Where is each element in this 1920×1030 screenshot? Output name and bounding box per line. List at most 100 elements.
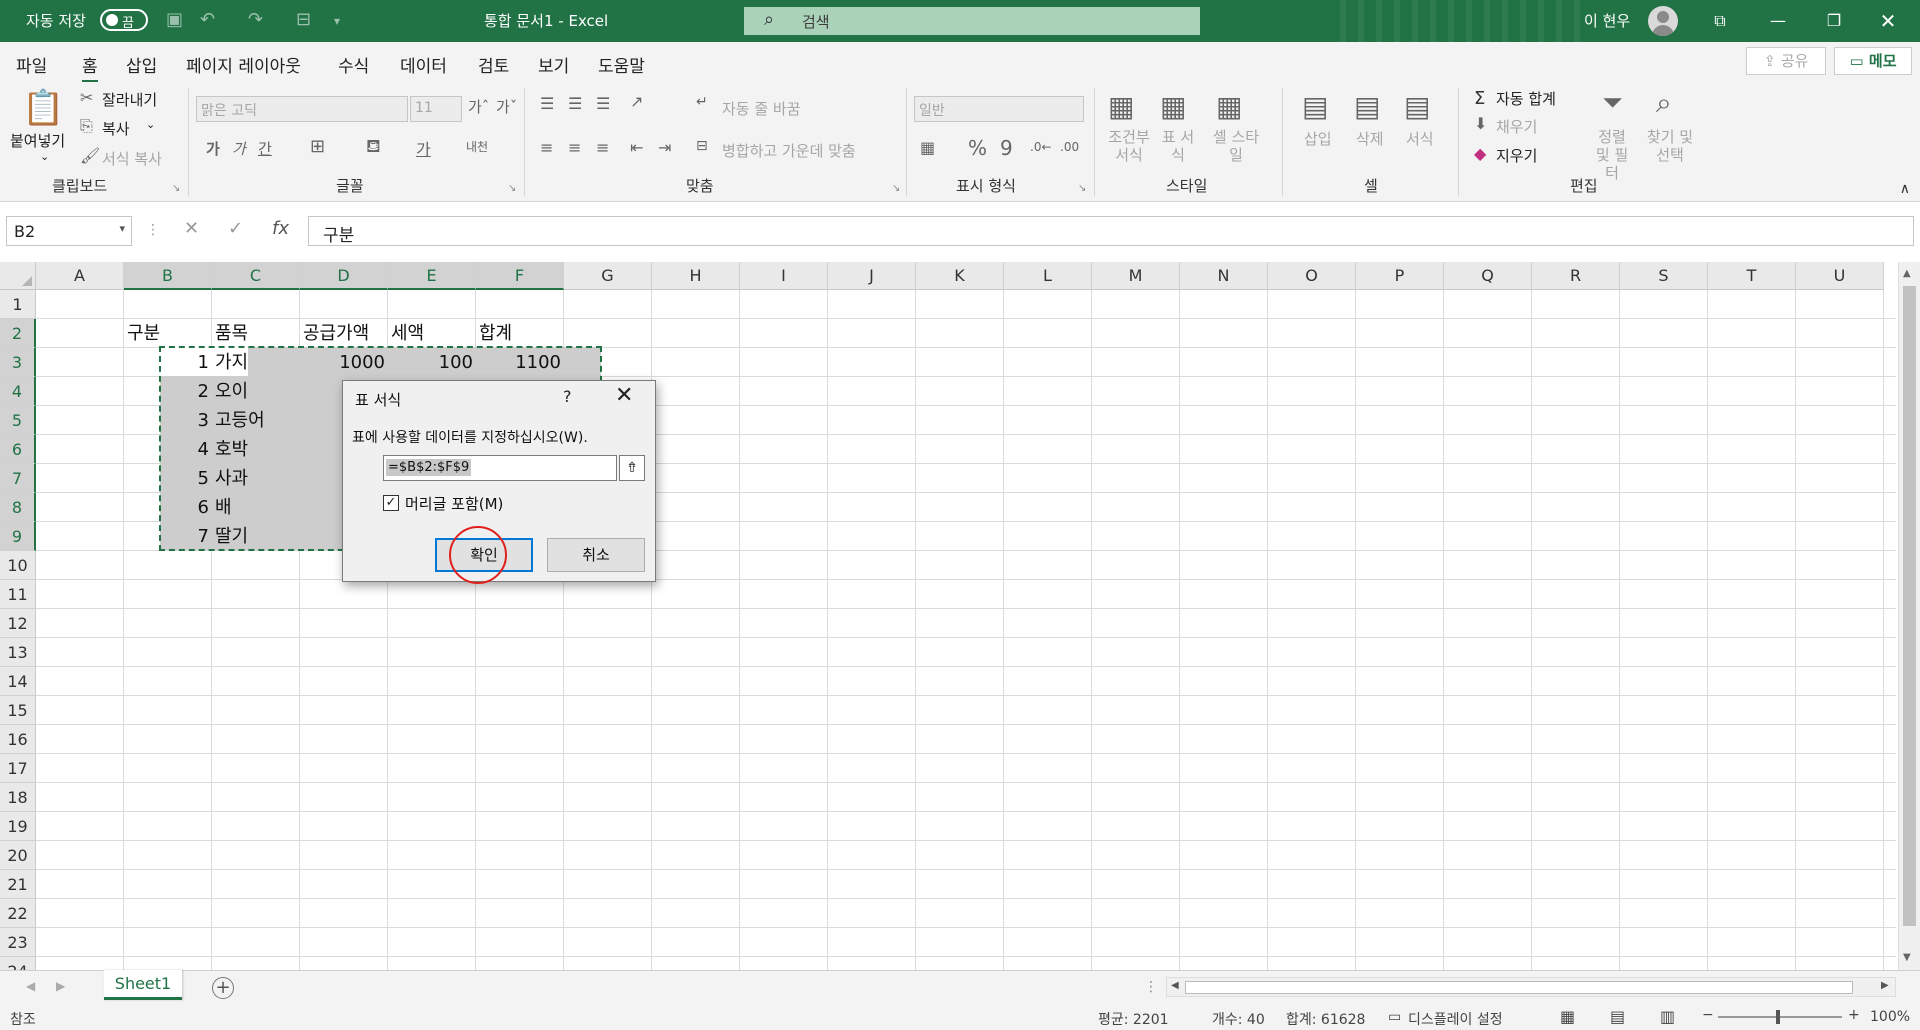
decrease-indent-icon[interactable]: ⇤: [630, 138, 643, 157]
page-layout-view-icon[interactable]: ▤: [1610, 1007, 1625, 1026]
row-header-13[interactable]: 13: [0, 638, 36, 667]
search-box[interactable]: ⌕ 검색: [744, 7, 1200, 35]
cell-E3[interactable]: 100: [388, 348, 476, 377]
row-header-22[interactable]: 22: [0, 899, 36, 928]
align-middle-icon[interactable]: ☰: [568, 94, 582, 113]
column-header-K[interactable]: K: [916, 262, 1004, 290]
cell-area[interactable]: 구분 품목 공급가액 세액 합계 1000 100 1100 1 가지 2 오이…: [36, 290, 1896, 970]
border-icon[interactable]: ⊞: [310, 136, 325, 157]
paste-icon[interactable]: 📋: [22, 88, 64, 128]
range-input[interactable]: =$B$2:$F$9: [383, 455, 617, 481]
format-cells-button[interactable]: 서식: [1406, 128, 1434, 149]
collapse-ribbon-icon[interactable]: ∧: [1900, 181, 1910, 197]
column-header-E[interactable]: E: [388, 262, 476, 290]
scroll-down-icon[interactable]: ▼: [1903, 952, 1911, 963]
zoom-out-icon[interactable]: −: [1702, 1007, 1714, 1023]
header-checkbox-label[interactable]: 머리글 포함(M): [405, 493, 503, 514]
close-icon[interactable]: ✕: [615, 383, 633, 408]
ribbon-display-icon[interactable]: ⧉: [1700, 6, 1740, 36]
cell-C9[interactable]: 딸기: [212, 522, 300, 551]
row-header-1[interactable]: 1: [0, 290, 36, 319]
row-header-2[interactable]: 2: [0, 319, 36, 348]
clear-button[interactable]: 지우기: [1496, 145, 1537, 166]
column-header-B[interactable]: B: [124, 262, 212, 290]
row-header-6[interactable]: 6: [0, 435, 36, 464]
row-header-24[interactable]: 24: [0, 957, 36, 970]
decrease-font-icon[interactable]: 가ˇ: [496, 96, 517, 117]
row-header-7[interactable]: 7: [0, 464, 36, 493]
tab-home[interactable]: 홈: [82, 52, 98, 83]
cell-C3[interactable]: 가지: [212, 348, 300, 377]
font-color-icon[interactable]: 가: [416, 136, 431, 160]
number-format-combo[interactable]: 일반: [914, 96, 1084, 122]
undo-icon[interactable]: ↶: [200, 9, 215, 30]
merge-center-button[interactable]: 병합하고 가운데 맞춤: [722, 140, 856, 161]
tab-formulas[interactable]: 수식: [338, 52, 369, 77]
row-header-23[interactable]: 23: [0, 928, 36, 957]
display-settings-button[interactable]: 디스플레이 설정: [1408, 1009, 1503, 1029]
confirm-edit-icon[interactable]: ✓: [228, 218, 243, 239]
column-header-Q[interactable]: Q: [1444, 262, 1532, 290]
name-box[interactable]: B2 ▾: [6, 216, 132, 246]
cell-C5[interactable]: 고등어: [212, 406, 300, 435]
cell-C6[interactable]: 호박: [212, 435, 300, 464]
italic-icon[interactable]: 가: [232, 138, 246, 159]
tab-insert[interactable]: 삽입: [126, 52, 157, 77]
zoom-slider-knob[interactable]: [1776, 1010, 1780, 1024]
cell-F2[interactable]: 합계: [476, 319, 564, 348]
column-header-L[interactable]: L: [1004, 262, 1092, 290]
alignment-launcher-icon[interactable]: ↘: [892, 183, 900, 194]
horizontal-scrollbar[interactable]: ◀ ▶: [1166, 977, 1896, 997]
column-header-J[interactable]: J: [828, 262, 916, 290]
cell-B4[interactable]: 2: [124, 377, 212, 406]
row-header-9[interactable]: 9: [0, 522, 36, 551]
worksheet-grid[interactable]: ABCDEFGHIJKLMNOPQRSTU 1 2 3 4 5 6 7 8 9 10 11 12 13 1…: [0, 262, 1920, 970]
align-bottom-icon[interactable]: ☰: [596, 94, 610, 113]
percent-icon[interactable]: %: [968, 136, 987, 160]
cell-D2[interactable]: 공급가액: [300, 319, 388, 348]
accounting-icon[interactable]: ▦: [920, 138, 935, 157]
wrap-text-button[interactable]: 자동 줄 바꿈: [722, 98, 801, 119]
paste-button[interactable]: 붙여넣기: [10, 130, 65, 151]
cell-B7[interactable]: 5: [124, 464, 212, 493]
save-icon[interactable]: ▣: [166, 9, 183, 30]
average-readout[interactable]: 평균: 2201: [1098, 1009, 1169, 1029]
column-header-H[interactable]: H: [652, 262, 740, 290]
increase-font-icon[interactable]: 가ˆ: [468, 96, 489, 117]
font-size-combo[interactable]: 11: [410, 96, 462, 122]
cell-B9[interactable]: 7: [124, 522, 212, 551]
normal-view-icon[interactable]: ▦: [1560, 1007, 1575, 1026]
select-all-button[interactable]: [0, 262, 36, 290]
page-break-view-icon[interactable]: ▥: [1660, 1007, 1675, 1026]
cell-D3[interactable]: 1000: [300, 348, 388, 377]
close-icon[interactable]: ✕: [1868, 6, 1908, 36]
tab-file[interactable]: 파일: [16, 52, 47, 77]
cell-C8[interactable]: 배: [212, 493, 300, 522]
cell-E2[interactable]: 세액: [388, 319, 476, 348]
font-launcher-icon[interactable]: ↘: [508, 183, 516, 194]
conditional-format-button[interactable]: 조건부 서식: [1106, 128, 1152, 164]
comma-icon[interactable]: 9: [1000, 136, 1013, 160]
cell-B5[interactable]: 3: [124, 406, 212, 435]
cell-B6[interactable]: 4: [124, 435, 212, 464]
formula-input[interactable]: 구분: [308, 216, 1914, 246]
sheet-prev-icon[interactable]: ◀: [26, 979, 35, 993]
column-header-S[interactable]: S: [1620, 262, 1708, 290]
sum-readout[interactable]: 합계: 61628: [1286, 1009, 1365, 1029]
row-header-4[interactable]: 4: [0, 377, 36, 406]
decrease-decimal-icon[interactable]: .00: [1060, 140, 1079, 154]
cell-C7[interactable]: 사과: [212, 464, 300, 493]
row-header-17[interactable]: 17: [0, 754, 36, 783]
zoom-level[interactable]: 100%: [1870, 1009, 1910, 1025]
copy-dropdown-icon[interactable]: ⌄: [146, 118, 155, 131]
cell-C2[interactable]: 품목: [212, 319, 300, 348]
column-header-P[interactable]: P: [1356, 262, 1444, 290]
row-header-12[interactable]: 12: [0, 609, 36, 638]
paste-dropdown-icon[interactable]: ⌄: [40, 150, 49, 163]
column-header-U[interactable]: U: [1796, 262, 1884, 290]
tab-data[interactable]: 데이터: [400, 52, 447, 77]
redo-icon[interactable]: ↷: [248, 9, 263, 30]
zoom-in-icon[interactable]: +: [1848, 1007, 1860, 1023]
cell-F3[interactable]: 1100: [476, 348, 564, 377]
delete-cells-button[interactable]: 삭제: [1356, 128, 1384, 149]
